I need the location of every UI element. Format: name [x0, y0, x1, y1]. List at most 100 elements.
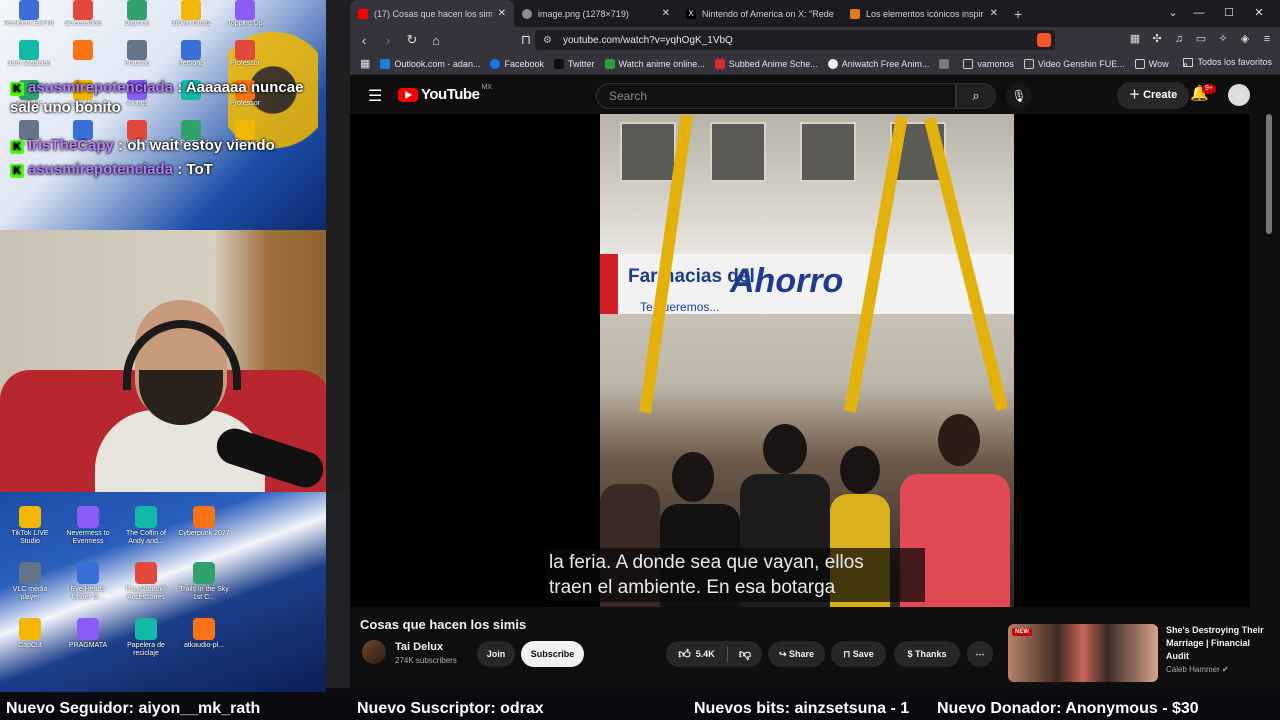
vpn-icon[interactable]: ◈ — [1238, 32, 1252, 46]
desktop-icon[interactable]: The Coffin of Andy and... — [120, 506, 172, 562]
video-player[interactable]: Farmacias del Ahorro Te queremos... la f… — [350, 114, 1250, 607]
tab-x[interactable]: X Nintendo of America on X: "Redeem — [678, 0, 842, 27]
leo-icon[interactable]: ✧ — [1216, 32, 1230, 46]
desktop-icon[interactable]: PRAGMATA — [62, 618, 114, 674]
puzzle-icon[interactable]: ✣ — [1150, 32, 1164, 46]
desktop-icon[interactable]: Cyberpunk 2077 — [178, 506, 230, 562]
save-button[interactable]: ⊓ Save — [831, 641, 886, 667]
recommended-video[interactable]: NEW She's Destroying Their Marriage | Fi… — [1008, 624, 1270, 682]
bookmark-item[interactable]: Aniwatch Free Anim... — [827, 58, 929, 69]
app-icon — [77, 506, 99, 528]
search-input[interactable]: Search — [596, 83, 956, 109]
bookmark-item[interactable]: Facebook — [490, 58, 544, 69]
folder-icon — [1134, 58, 1145, 69]
desktop-icon-label: atkaudio-pl... — [183, 642, 225, 649]
desktop-icon[interactable]: TikTok LIVE Studio — [4, 506, 56, 562]
kick-badge-icon: K — [10, 140, 24, 154]
video-frame[interactable]: Farmacias del Ahorro Te queremos... — [600, 114, 1014, 607]
wallet-icon[interactable]: ▭ — [1194, 32, 1208, 46]
youtube-logo[interactable]: YouTube MX — [398, 84, 492, 103]
desktop-icon[interactable]: PlayStation® Accessories — [120, 562, 172, 618]
recommended-title[interactable]: She's Destroying Their Marriage | Financ… — [1166, 624, 1266, 663]
bookmark-folder[interactable]: vamonos — [963, 58, 1014, 69]
desktop-bottom: TikTok LIVE Studio Nevermess to Evermess T… — [0, 492, 326, 692]
bookmark-folder[interactable]: Video Genshin FUE... — [1023, 58, 1125, 69]
tab-youtube[interactable]: (17) Cosas que hacen los simis - ✕ — [350, 0, 514, 27]
desktop-icon-label: Trails in the Sky 1st C... — [179, 586, 229, 601]
apps-icon[interactable]: ▦ — [360, 57, 370, 70]
bookmark-item[interactable]: Watch anime online... — [604, 58, 705, 69]
bookmark-folder[interactable]: Wow — [1134, 58, 1169, 69]
webcam-feed — [0, 230, 356, 492]
ticker-donor: Nuevo Donador: Anonymous - $30 — [937, 700, 1199, 717]
all-bookmarks[interactable]: Todos los favoritos — [1183, 57, 1272, 67]
desktop-icon-grid-bottom: TikTok LIVE Studio Nevermess to Evermess T… — [4, 506, 230, 674]
recommended-thumbnail[interactable]: NEW — [1008, 624, 1158, 682]
back-icon[interactable]: ‹ — [354, 33, 374, 48]
desktop-icon-label: VLC media player — [12, 586, 48, 601]
account-avatar[interactable] — [1228, 84, 1250, 106]
outlook-icon — [380, 58, 391, 69]
x-icon: X — [686, 8, 696, 19]
desktop-icon[interactable]: Trails in the Sky 1st C... — [178, 562, 230, 618]
page-scrollbar[interactable] — [1266, 114, 1272, 234]
minimize-button[interactable]: — — [1184, 0, 1214, 27]
music-icon[interactable]: ♫ — [1172, 32, 1186, 46]
join-button[interactable]: Join — [477, 641, 515, 667]
close-icon[interactable]: ✕ — [990, 8, 998, 19]
desktop-icon[interactable]: CapCut — [4, 618, 56, 674]
search-icon[interactable]: ⌕ — [956, 83, 996, 109]
desktop-icon[interactable]: VLC media player — [4, 562, 56, 618]
voice-search-icon[interactable]: 🎙 — [1006, 83, 1032, 109]
tab-label: image.png (1278×719) — [538, 8, 629, 19]
close-window-button[interactable]: ✕ — [1244, 0, 1274, 27]
side-window-strip-bottom — [326, 490, 350, 688]
channel-name[interactable]: Tai Delux — [395, 641, 443, 653]
brave-shield-icon[interactable] — [1037, 33, 1051, 47]
dislike-button[interactable]: 👎︎ — [728, 641, 762, 667]
menu-icon[interactable]: ≡ — [1260, 32, 1274, 46]
bookmark-item[interactable] — [939, 58, 953, 69]
subscriber-count: 274K subscribers — [395, 656, 457, 665]
close-icon[interactable]: ✕ — [498, 8, 506, 19]
thanks-button[interactable]: $ Thanks — [894, 641, 960, 667]
tab-label: Nintendo of America on X: "Redeem — [702, 8, 834, 19]
create-button[interactable]: ＋ Create — [1117, 82, 1190, 109]
reload-icon[interactable]: ↻ — [402, 32, 422, 48]
tab-label: (17) Cosas que hacen los simis - — [374, 8, 492, 19]
channel-avatar[interactable] — [362, 640, 386, 664]
extension-icon[interactable]: ▦ — [1128, 32, 1142, 46]
bookmark-item[interactable]: Outlook.com - adan... — [380, 58, 480, 69]
plus-icon: ＋ — [1129, 89, 1144, 101]
subscribe-button[interactable]: Subscribe — [521, 641, 584, 667]
close-icon[interactable]: ✕ — [662, 8, 670, 19]
tab-image[interactable]: image.png (1278×719) ✕ — [514, 0, 678, 27]
hamburger-menu-icon[interactable]: ☰ — [368, 86, 382, 106]
like-button[interactable]: 👍︎ 5.4K — [666, 641, 727, 667]
bookmark-item[interactable]: Twitter — [553, 58, 595, 69]
share-button[interactable]: ↪ Share — [768, 641, 825, 667]
ticker-subscriber: Nuevo Suscriptor: odrax — [357, 700, 544, 717]
new-tab-button[interactable]: + — [1014, 6, 1022, 22]
address-bar[interactable]: ⚙ youtube.com/watch?v=yqhOgK_1VbQ — [535, 30, 1055, 50]
home-icon[interactable]: ⌂ — [426, 33, 446, 48]
desktop-icon[interactable]: Nevermess to Evermess — [62, 506, 114, 562]
desktop-icon[interactable]: Eve Hearts Under O... — [62, 562, 114, 618]
tab-article[interactable]: Los elementos icónicos inspirados en ✕ — [842, 0, 1006, 27]
forward-icon[interactable]: › — [378, 33, 398, 48]
desktop-icon[interactable]: atkaudio-pl... — [178, 618, 230, 674]
more-actions-button[interactable]: ⋯ — [967, 641, 993, 667]
chat-overlay: Kasusmirepotenciada : Aaaaaaa nuncae sal… — [10, 0, 310, 180]
globe-icon — [522, 8, 532, 19]
desktop-icon[interactable]: Papelera de reciclaje — [120, 618, 172, 674]
maximize-button[interactable]: ☐ — [1214, 0, 1244, 27]
folder-icon — [963, 58, 974, 69]
x-icon — [553, 58, 564, 69]
chat-username: asusmirepotenciada — [28, 79, 174, 96]
desktop-icon-label: CapCut — [18, 642, 42, 649]
site-info-icon[interactable]: ⚙ — [543, 35, 552, 46]
alerts-ticker: Nuevo Seguidor: aiyon__mk_rath Nuevo Sus… — [0, 698, 1280, 720]
bookmark-item[interactable]: Subbed Anime Sche... — [714, 58, 818, 69]
sign-text-logo: Ahorro — [730, 262, 844, 300]
bookmark-icon[interactable]: ⊓ — [516, 32, 536, 48]
